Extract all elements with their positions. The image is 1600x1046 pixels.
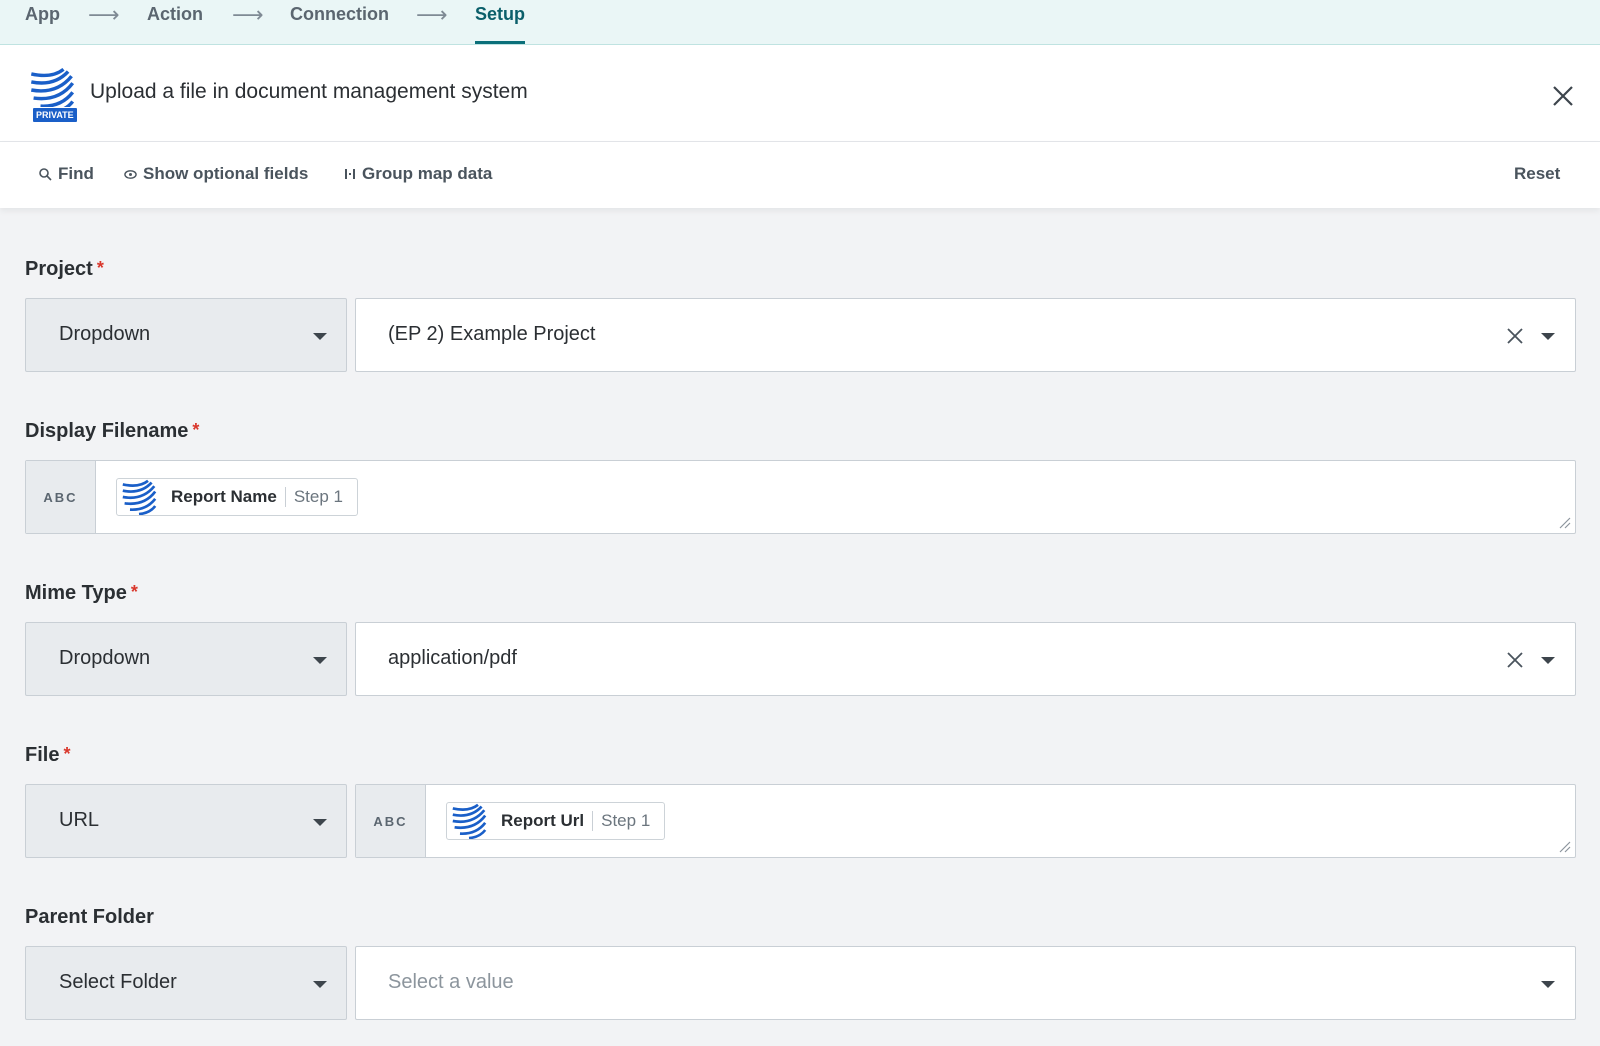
find-button[interactable]: Find: [38, 164, 94, 184]
mime-type-label-text: Mime Type: [25, 582, 127, 604]
mime-type-select[interactable]: application/pdf: [355, 622, 1576, 696]
find-label: Find: [58, 164, 94, 183]
eye-icon: [124, 169, 137, 179]
required-marker: *: [96, 258, 104, 278]
file-mode-select[interactable]: URL: [25, 784, 347, 858]
toolbar: Find Show optional fields Group map data…: [0, 142, 1600, 208]
parent-folder-mode-select[interactable]: Select Folder: [25, 946, 347, 1020]
display-filename-input[interactable]: ABC Report Name Step 1: [25, 460, 1576, 534]
display-filename-label: Display Filename *: [25, 420, 199, 443]
project-mode-select[interactable]: Dropdown: [25, 298, 347, 372]
datapill-step: Step 1: [601, 811, 651, 830]
mime-type-label: Mime Type *: [25, 582, 138, 605]
mime-type-value: application/pdf: [388, 647, 517, 669]
resize-handle-icon[interactable]: [1558, 516, 1572, 530]
parent-folder-label-text: Parent Folder: [25, 906, 154, 928]
wave-stripes-logo-icon: [119, 479, 159, 515]
show-optional-label: Show optional fields: [143, 164, 309, 183]
private-badge: PRIVATE: [32, 107, 78, 123]
datapill-report-name[interactable]: Report Name Step 1: [116, 478, 358, 516]
required-marker: *: [192, 420, 200, 440]
datapill-report-url[interactable]: Report Url Step 1: [446, 802, 666, 840]
step-app[interactable]: App: [25, 4, 60, 25]
mime-type-mode-select[interactable]: Dropdown: [25, 622, 347, 696]
file-label-text: File: [25, 744, 60, 766]
project-mode-value: Dropdown: [59, 323, 151, 345]
reset-button[interactable]: Reset: [1514, 164, 1560, 184]
mime-type-mode-value: Dropdown: [59, 647, 151, 669]
chevron-down-icon: [313, 333, 327, 340]
step-navigation: App ⟶ Action ⟶ Connection ⟶ Setup: [0, 0, 1600, 45]
resize-handle-icon[interactable]: [1558, 840, 1572, 854]
chevron-down-icon: [313, 981, 327, 988]
datapill-step: Step 1: [293, 487, 343, 506]
project-label-text: Project: [25, 258, 93, 280]
text-type-tag: ABC: [26, 461, 96, 533]
close-icon[interactable]: [1548, 81, 1578, 111]
step-action[interactable]: Action: [147, 4, 203, 25]
group-map-data-button[interactable]: Group map data: [344, 164, 492, 184]
search-icon: [39, 168, 52, 181]
step-arrow: ⟶: [232, 2, 264, 27]
project-value: (EP 2) Example Project: [388, 323, 596, 345]
chevron-down-icon[interactable]: [1541, 981, 1555, 988]
file-mode-value: URL: [59, 809, 100, 831]
project-label: Project *: [25, 258, 104, 281]
page-title: Upload a file in document management sys…: [90, 80, 528, 103]
text-type-tag: ABC: [356, 785, 426, 857]
file-url-input[interactable]: ABC Report Url Step 1: [355, 784, 1576, 858]
chevron-down-icon[interactable]: [1541, 333, 1555, 340]
datapill-name: Report Name: [171, 487, 277, 506]
required-marker: *: [63, 744, 71, 764]
parent-folder-mode-value: Select Folder: [59, 971, 177, 993]
step-arrow: ⟶: [416, 2, 448, 27]
datapill-divider: [284, 487, 286, 507]
required-marker: *: [130, 582, 138, 602]
step-arrow: ⟶: [88, 2, 120, 27]
wave-stripes-logo-icon: [449, 803, 489, 839]
group-icon: [345, 169, 355, 179]
chevron-down-icon[interactable]: [1541, 657, 1555, 664]
project-select[interactable]: (EP 2) Example Project: [355, 298, 1576, 372]
chevron-down-icon: [313, 819, 327, 826]
datapill-name: Report Url: [501, 811, 585, 830]
parent-folder-select[interactable]: Select a value: [355, 946, 1576, 1020]
action-header: PRIVATE Upload a file in document manage…: [0, 45, 1600, 142]
parent-folder-placeholder: Select a value: [388, 971, 514, 993]
parent-folder-label: Parent Folder: [25, 906, 154, 929]
file-label: File *: [25, 744, 70, 767]
clear-icon[interactable]: [1504, 649, 1526, 671]
group-map-label: Group map data: [362, 164, 493, 183]
app-logo: PRIVATE: [26, 67, 82, 125]
step-setup[interactable]: Setup: [475, 4, 526, 44]
clear-icon[interactable]: [1504, 325, 1526, 347]
show-optional-fields-button[interactable]: Show optional fields: [124, 164, 308, 184]
chevron-down-icon: [313, 657, 327, 664]
display-filename-label-text: Display Filename: [25, 420, 189, 442]
step-connection[interactable]: Connection: [290, 4, 389, 25]
datapill-divider: [592, 811, 594, 831]
